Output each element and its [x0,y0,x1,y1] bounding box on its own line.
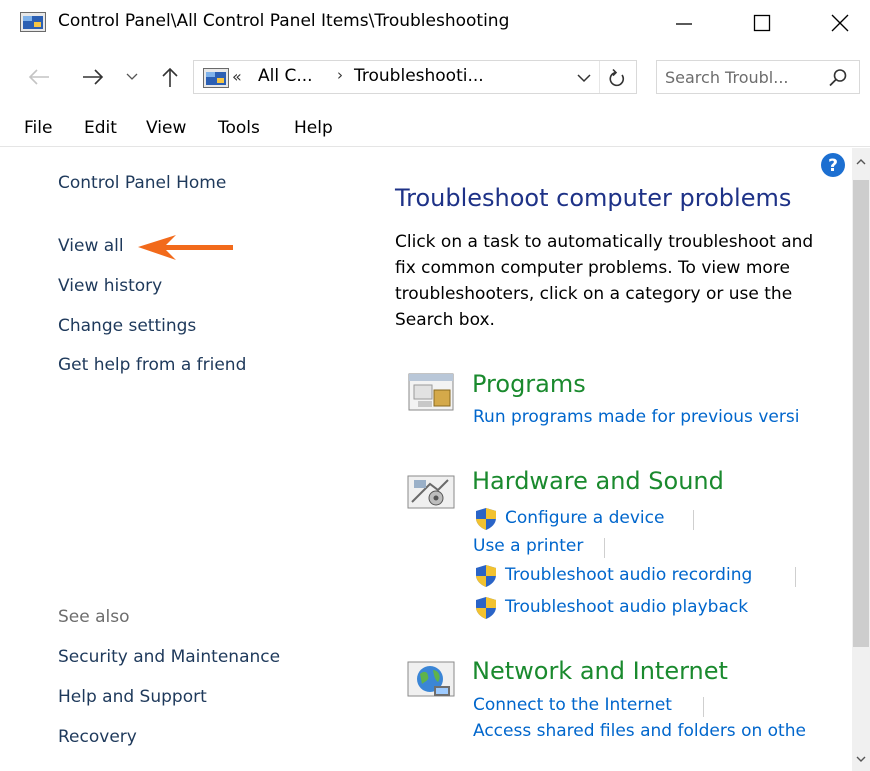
chevron-up-icon [856,158,866,164]
network-and-internet-category-icon[interactable] [404,656,458,706]
see-also-heading: See also [58,607,130,627]
back-button[interactable] [24,62,54,92]
link-separator [703,697,704,717]
breadcrumb-troubleshooting[interactable]: Troubleshooti... [354,66,484,86]
chevron-down-icon [577,73,591,82]
view-history-link[interactable]: View history [58,276,162,296]
address-overflow-chevron[interactable]: « [232,67,242,86]
minimize-button[interactable] [654,0,714,46]
uac-shield-icon [476,597,496,619]
programs-category-icon[interactable] [404,368,458,418]
help-icon[interactable]: ? [820,152,846,178]
scrollbar-thumb[interactable] [853,180,869,647]
refresh-button[interactable] [604,65,630,91]
chevron-down-icon [126,73,138,80]
get-help-from-friend-link[interactable]: Get help from a friend [58,355,246,375]
close-icon [831,14,849,32]
search-input[interactable] [665,65,821,89]
recovery-link[interactable]: Recovery [58,727,137,747]
menu-file[interactable]: File [24,118,52,138]
view-all-link[interactable]: View all [58,236,124,256]
security-and-maintenance-link[interactable]: Security and Maintenance [58,647,280,667]
back-arrow-icon [28,69,49,85]
maximize-icon [753,14,771,32]
minimize-icon [676,23,692,25]
programs-category-title[interactable]: Programs [472,370,586,398]
menu-help[interactable]: Help [294,118,333,138]
control-panel-home-link[interactable]: Control Panel Home [58,173,226,193]
menu-tools[interactable]: Tools [218,118,260,138]
network-and-internet-category-title[interactable]: Network and Internet [472,657,728,685]
maximize-button[interactable] [732,0,792,46]
access-shared-files-link[interactable]: Access shared files and folders on othe [473,721,806,741]
up-arrow-icon [162,67,178,87]
connect-to-the-internet-link[interactable]: Connect to the Internet [473,695,672,715]
use-a-printer-link[interactable]: Use a printer [473,536,583,556]
svg-text:?: ? [828,156,838,176]
hardware-and-sound-category-title[interactable]: Hardware and Sound [472,467,724,495]
address-divider [599,61,600,93]
breadcrumb-all-control-panel-items[interactable]: All C... [258,66,313,86]
chevron-down-icon [856,756,866,762]
menu-view[interactable]: View [146,118,186,138]
orange-arrow-annotation-icon [138,235,233,260]
troubleshoot-audio-playback-link[interactable]: Troubleshoot audio playback [505,597,748,617]
search-icon[interactable] [827,67,849,89]
search-box[interactable] [656,60,860,94]
troubleshoot-audio-recording-link[interactable]: Troubleshoot audio recording [505,565,752,585]
window-title: Control Panel\All Control Panel Items\Tr… [58,11,510,31]
close-button[interactable] [810,0,870,46]
forward-arrow-icon [83,69,104,85]
page-title: Troubleshoot computer problems [395,184,792,212]
recent-locations-button[interactable] [122,62,142,92]
refresh-icon [609,68,625,87]
menu-edit[interactable]: Edit [84,118,117,138]
menu-bar: File Edit View Tools Help [0,112,870,147]
scroll-down-button[interactable] [852,748,870,770]
hardware-and-sound-category-icon[interactable] [404,466,458,516]
link-separator [795,567,796,587]
configure-a-device-link[interactable]: Configure a device [505,508,664,528]
uac-shield-icon [476,565,496,587]
page-description: Click on a task to automatically trouble… [395,232,814,330]
control-panel-icon [203,68,229,88]
breadcrumb-separator[interactable]: › [337,66,343,84]
up-button[interactable] [155,62,185,92]
change-settings-link[interactable]: Change settings [58,316,196,336]
link-separator [693,510,694,530]
link-separator [604,538,605,558]
help-and-support-link[interactable]: Help and Support [58,687,207,707]
control-panel-icon [20,12,46,32]
forward-button[interactable] [78,62,108,92]
run-older-programs-link[interactable]: Run programs made for previous versi [473,407,799,427]
address-dropdown-button[interactable] [572,65,596,91]
address-bar[interactable]: « All C... › Troubleshooti... [193,60,637,94]
scroll-up-button[interactable] [852,150,870,172]
uac-shield-icon [476,508,496,530]
